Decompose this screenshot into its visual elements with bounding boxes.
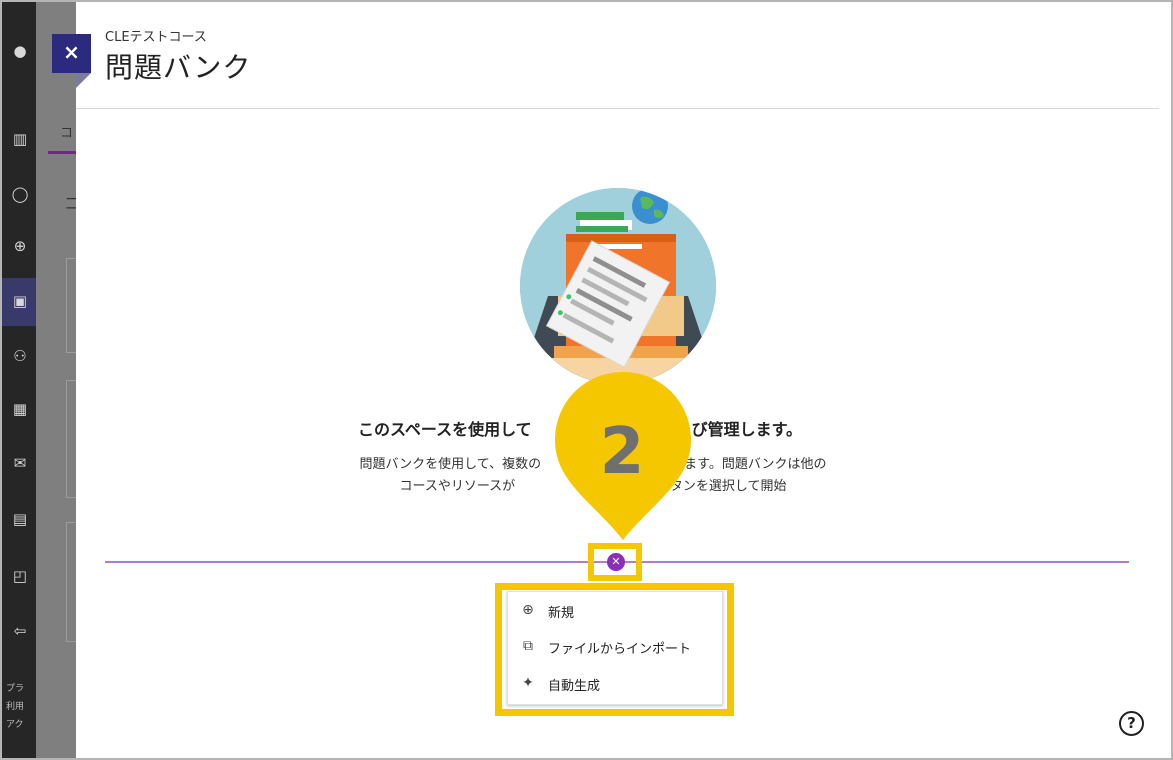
logo-icon: ● — [13, 42, 27, 60]
background-card — [66, 258, 76, 353]
footer-line-1: プラ — [6, 684, 25, 694]
help-circle-icon[interactable]: ? — [1119, 711, 1144, 736]
header-divider — [76, 108, 1159, 109]
menu-item-label: 新規 — [548, 606, 575, 621]
add-menu: ⊕ 新規 ⧉ ファイルからインポート ✦ 自動生成 — [507, 591, 723, 705]
menu-item-import[interactable]: ⧉ ファイルからインポート — [508, 630, 724, 662]
plus-circle-icon: ⊕ — [522, 602, 534, 618]
menu-item-auto-generate[interactable]: ✦ 自動生成 — [508, 667, 724, 699]
calendar-icon[interactable]: ▦ — [11, 400, 29, 418]
menu-item-new[interactable]: ⊕ 新規 — [508, 594, 724, 626]
course-name: CLEテストコース — [105, 30, 207, 45]
institution-icon[interactable]: ▥ — [11, 130, 29, 148]
import-icon: ⧉ — [523, 638, 533, 654]
profile-icon[interactable]: ◯ — [11, 185, 29, 203]
messages-icon[interactable]: ✉ — [11, 454, 29, 472]
footer-line-2: 利用 — [6, 702, 25, 712]
callout-number: 2 — [599, 415, 645, 489]
footer-line-3: アク — [6, 720, 24, 730]
globe-icon[interactable]: ⊕ — [11, 237, 29, 255]
courses-icon[interactable]: ▣ — [11, 292, 29, 310]
background-card — [66, 380, 76, 498]
background-page: コ コ — [36, 2, 80, 758]
background-card — [66, 522, 76, 642]
app-frame: ● ▥ ◯ ⊕ ▣ ⚇ ▦ ✉ ▤ ◰ ⇦ プラ 利用 アク コ コ × CLE… — [0, 0, 1173, 760]
signout-icon[interactable]: ⇦ — [11, 622, 29, 640]
left-nav: ● ▥ ◯ ⊕ ▣ ⚇ ▦ ✉ ▤ ◰ ⇦ プラ 利用 アク — [2, 2, 36, 758]
background-tab-label: コ — [60, 126, 74, 141]
close-button-tab — [76, 73, 91, 88]
tools-icon[interactable]: ◰ — [11, 567, 29, 585]
close-circle-icon[interactable]: ✕ — [607, 553, 625, 571]
menu-item-label: 自動生成 — [548, 679, 601, 694]
menu-item-label: ファイルからインポート — [548, 642, 692, 657]
file-cabinet-illustration — [520, 188, 716, 384]
groups-icon[interactable]: ⚇ — [11, 347, 29, 365]
close-button[interactable]: × — [52, 34, 91, 73]
sparkle-icon: ✦ — [522, 675, 534, 691]
grades-icon[interactable]: ▤ — [11, 510, 29, 528]
page-title: 問題バンク — [105, 51, 252, 84]
background-tab-underline — [48, 151, 76, 154]
